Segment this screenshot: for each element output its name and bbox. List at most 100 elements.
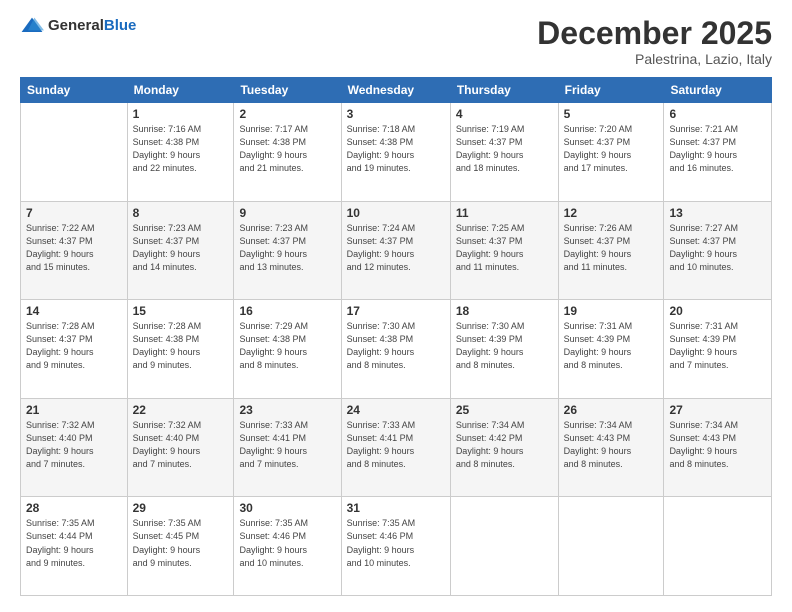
month-title: December 2025 — [537, 16, 772, 51]
day-info: Sunrise: 7:34 AM Sunset: 4:42 PM Dayligh… — [456, 419, 553, 471]
calendar-cell: 9 Sunrise: 7:23 AM Sunset: 4:37 PM Daylig… — [234, 201, 341, 300]
day-info: Sunrise: 7:29 AM Sunset: 4:38 PM Dayligh… — [239, 320, 335, 372]
day-number: 14 — [26, 304, 122, 318]
day-number: 28 — [26, 501, 122, 515]
day-info: Sunrise: 7:31 AM Sunset: 4:39 PM Dayligh… — [669, 320, 766, 372]
day-number: 15 — [133, 304, 229, 318]
calendar-cell: 2Sunrise: 7:17 AM Sunset: 4:38 PM Daylig… — [234, 103, 341, 202]
calendar-cell: 28 Sunrise: 7:35 AM Sunset: 4:44 PM Dayli… — [21, 497, 128, 596]
calendar-cell — [558, 497, 664, 596]
calendar-cell: 15Sunrise: 7:28 AM Sunset: 4:38 PM Dayli… — [127, 300, 234, 399]
day-number: 11 — [456, 206, 553, 220]
calendar-cell: 3 Sunrise: 7:18 AM Sunset: 4:38 PM Daylig… — [341, 103, 450, 202]
day-info: Sunrise: 7:26 AM Sunset: 4:37 PM Dayligh… — [564, 222, 659, 274]
day-info: Sunrise: 7:27 AM Sunset: 4:37 PM Dayligh… — [669, 222, 766, 274]
day-header-monday: Monday — [127, 78, 234, 103]
calendar-cell: 16 Sunrise: 7:29 AM Sunset: 4:38 PM Dayli… — [234, 300, 341, 399]
day-number: 21 — [26, 403, 122, 417]
calendar-cell — [450, 497, 558, 596]
calendar-week-row: 14 Sunrise: 7:28 AM Sunset: 4:37 PM Dayli… — [21, 300, 772, 399]
day-number: 19 — [564, 304, 659, 318]
calendar-cell — [664, 497, 772, 596]
day-info: Sunrise: 7:35 AM Sunset: 4:45 PM Dayligh… — [133, 517, 229, 569]
calendar-cell: 12 Sunrise: 7:26 AM Sunset: 4:37 PM Dayli… — [558, 201, 664, 300]
day-info: Sunrise: 7:17 AM Sunset: 4:38 PM Dayligh… — [239, 123, 335, 175]
day-number: 30 — [239, 501, 335, 515]
calendar-cell: 10 Sunrise: 7:24 AM Sunset: 4:37 PM Dayli… — [341, 201, 450, 300]
day-info: Sunrise: 7:19 AM Sunset: 4:37 PM Dayligh… — [456, 123, 553, 175]
day-number: 1 — [133, 107, 229, 121]
day-info: Sunrise: 7:35 AM Sunset: 4:46 PM Dayligh… — [347, 517, 445, 569]
calendar-cell: 8 Sunrise: 7:23 AM Sunset: 4:37 PM Daylig… — [127, 201, 234, 300]
page: GeneralBlue December 2025 Palestrina, La… — [0, 0, 792, 612]
day-info: Sunrise: 7:32 AM Sunset: 4:40 PM Dayligh… — [133, 419, 229, 471]
logo: GeneralBlue — [20, 16, 136, 36]
calendar-cell: 14 Sunrise: 7:28 AM Sunset: 4:37 PM Dayli… — [21, 300, 128, 399]
calendar-cell: 19 Sunrise: 7:31 AM Sunset: 4:39 PM Dayli… — [558, 300, 664, 399]
day-number: 20 — [669, 304, 766, 318]
day-header-sunday: Sunday — [21, 78, 128, 103]
day-info: Sunrise: 7:34 AM Sunset: 4:43 PM Dayligh… — [564, 419, 659, 471]
day-number: 3 — [347, 107, 445, 121]
day-number: 6 — [669, 107, 766, 121]
calendar-cell: 5 Sunrise: 7:20 AM Sunset: 4:37 PM Daylig… — [558, 103, 664, 202]
day-header-thursday: Thursday — [450, 78, 558, 103]
day-number: 13 — [669, 206, 766, 220]
calendar-cell: 1 Sunrise: 7:16 AM Sunset: 4:38 PM Daylig… — [127, 103, 234, 202]
day-info: Sunrise: 7:25 AM Sunset: 4:37 PM Dayligh… — [456, 222, 553, 274]
logo-blue: Blue — [104, 17, 137, 34]
day-number: 27 — [669, 403, 766, 417]
day-number: 10 — [347, 206, 445, 220]
day-info: Sunrise: 7:33 AM Sunset: 4:41 PM Dayligh… — [347, 419, 445, 471]
day-info: Sunrise: 7:22 AM Sunset: 4:37 PM Dayligh… — [26, 222, 122, 274]
calendar-week-row: 21 Sunrise: 7:32 AM Sunset: 4:40 PM Dayli… — [21, 398, 772, 497]
day-info: Sunrise: 7:20 AM Sunset: 4:37 PM Dayligh… — [564, 123, 659, 175]
day-header-tuesday: Tuesday — [234, 78, 341, 103]
day-header-friday: Friday — [558, 78, 664, 103]
calendar-cell: 17Sunrise: 7:30 AM Sunset: 4:38 PM Dayli… — [341, 300, 450, 399]
subtitle: Palestrina, Lazio, Italy — [537, 51, 772, 67]
calendar-cell: 27Sunrise: 7:34 AM Sunset: 4:43 PM Dayli… — [664, 398, 772, 497]
day-info: Sunrise: 7:23 AM Sunset: 4:37 PM Dayligh… — [133, 222, 229, 274]
logo-icon — [20, 16, 44, 36]
calendar-cell: 25 Sunrise: 7:34 AM Sunset: 4:42 PM Dayli… — [450, 398, 558, 497]
day-info: Sunrise: 7:33 AM Sunset: 4:41 PM Dayligh… — [239, 419, 335, 471]
day-info: Sunrise: 7:28 AM Sunset: 4:37 PM Dayligh… — [26, 320, 122, 372]
day-number: 5 — [564, 107, 659, 121]
calendar-week-row: 7Sunrise: 7:22 AM Sunset: 4:37 PM Daylig… — [21, 201, 772, 300]
calendar-cell: 13 Sunrise: 7:27 AM Sunset: 4:37 PM Dayli… — [664, 201, 772, 300]
calendar-header-row: SundayMondayTuesdayWednesdayThursdayFrid… — [21, 78, 772, 103]
day-info: Sunrise: 7:18 AM Sunset: 4:38 PM Dayligh… — [347, 123, 445, 175]
day-number: 8 — [133, 206, 229, 220]
calendar-cell: 18Sunrise: 7:30 AM Sunset: 4:39 PM Dayli… — [450, 300, 558, 399]
header: GeneralBlue December 2025 Palestrina, La… — [20, 16, 772, 67]
day-info: Sunrise: 7:30 AM Sunset: 4:38 PM Dayligh… — [347, 320, 445, 372]
day-header-saturday: Saturday — [664, 78, 772, 103]
day-info: Sunrise: 7:31 AM Sunset: 4:39 PM Dayligh… — [564, 320, 659, 372]
calendar-cell: 4Sunrise: 7:19 AM Sunset: 4:37 PM Daylig… — [450, 103, 558, 202]
logo-general: General — [48, 17, 104, 34]
calendar-cell: 30Sunrise: 7:35 AM Sunset: 4:46 PM Dayli… — [234, 497, 341, 596]
day-header-wednesday: Wednesday — [341, 78, 450, 103]
calendar-cell: 31Sunrise: 7:35 AM Sunset: 4:46 PM Dayli… — [341, 497, 450, 596]
day-number: 16 — [239, 304, 335, 318]
calendar-cell: 7Sunrise: 7:22 AM Sunset: 4:37 PM Daylig… — [21, 201, 128, 300]
day-info: Sunrise: 7:35 AM Sunset: 4:44 PM Dayligh… — [26, 517, 122, 569]
day-number: 12 — [564, 206, 659, 220]
calendar-week-row: 1 Sunrise: 7:16 AM Sunset: 4:38 PM Daylig… — [21, 103, 772, 202]
day-number: 9 — [239, 206, 335, 220]
day-number: 26 — [564, 403, 659, 417]
calendar-cell: 29Sunrise: 7:35 AM Sunset: 4:45 PM Dayli… — [127, 497, 234, 596]
day-number: 18 — [456, 304, 553, 318]
calendar-cell: 23 Sunrise: 7:33 AM Sunset: 4:41 PM Dayli… — [234, 398, 341, 497]
day-info: Sunrise: 7:24 AM Sunset: 4:37 PM Dayligh… — [347, 222, 445, 274]
calendar-cell: 20 Sunrise: 7:31 AM Sunset: 4:39 PM Dayli… — [664, 300, 772, 399]
calendar-cell: 11 Sunrise: 7:25 AM Sunset: 4:37 PM Dayli… — [450, 201, 558, 300]
day-info: Sunrise: 7:23 AM Sunset: 4:37 PM Dayligh… — [239, 222, 335, 274]
day-info: Sunrise: 7:16 AM Sunset: 4:38 PM Dayligh… — [133, 123, 229, 175]
day-number: 25 — [456, 403, 553, 417]
calendar-cell: 26 Sunrise: 7:34 AM Sunset: 4:43 PM Dayli… — [558, 398, 664, 497]
day-number: 23 — [239, 403, 335, 417]
title-block: December 2025 Palestrina, Lazio, Italy — [537, 16, 772, 67]
day-number: 24 — [347, 403, 445, 417]
